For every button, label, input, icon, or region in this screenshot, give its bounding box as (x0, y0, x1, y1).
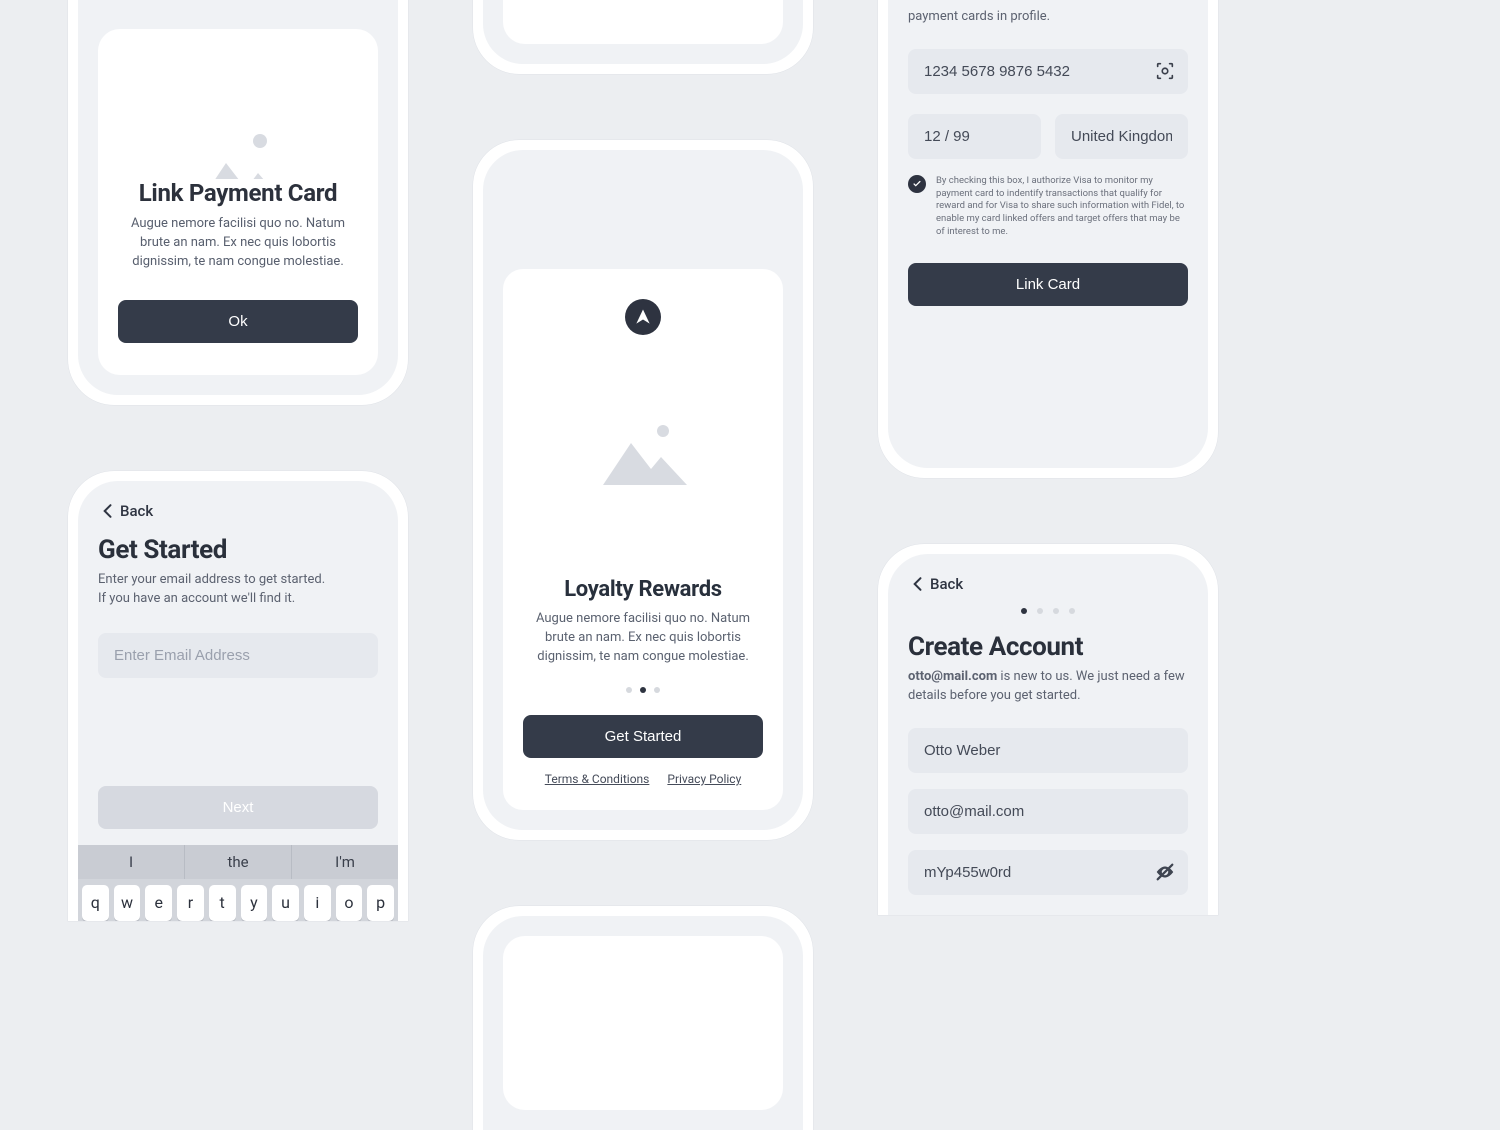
step-dot-1 (1021, 608, 1027, 614)
password-input[interactable] (908, 850, 1188, 895)
brand-logo (625, 299, 661, 335)
loyalty-image (595, 421, 691, 489)
back-label: Back (120, 502, 153, 520)
pagination-dots (523, 687, 763, 693)
key-i[interactable]: i (304, 885, 331, 921)
chevron-left-icon (98, 501, 118, 521)
frame-get-started: Back Get Started Enter your email addres… (68, 471, 408, 921)
step-dot-4 (1069, 608, 1075, 614)
page-title: Get Started (98, 535, 378, 565)
image-placeholder-icon (168, 123, 308, 179)
back-row[interactable]: Back (908, 574, 1188, 594)
key-e[interactable]: e (145, 885, 172, 921)
expiry-input[interactable] (908, 114, 1041, 159)
key-o[interactable]: o (336, 885, 363, 921)
link-card-intro: payment cards in profile. (908, 8, 1188, 27)
page-sub-1: Enter your email address to get started. (98, 571, 378, 590)
image-placeholder-icon (595, 421, 695, 493)
create-email-bold: otto@mail.com (908, 669, 997, 684)
empty-card (503, 936, 783, 1110)
frame-empty-bottom (473, 906, 813, 1130)
dot-3 (654, 687, 660, 693)
create-account-screen: Back Create Account otto@mail.com is new… (888, 554, 1208, 915)
keyboard[interactable]: I the I'm q w e r t y u i o p (78, 845, 398, 921)
ok-button[interactable]: Ok (118, 300, 358, 343)
get-started-screen: Back Get Started Enter your email addres… (78, 481, 398, 845)
dot-1 (626, 687, 632, 693)
progress-dots (908, 608, 1188, 614)
step-dot-3 (1053, 608, 1059, 614)
loyalty-card: Loyalty Rewards Augue nemore facilisi qu… (503, 269, 783, 810)
key-r[interactable]: r (177, 885, 204, 921)
modal-hero-image (118, 29, 358, 179)
email-input[interactable] (98, 633, 378, 678)
sugg-2[interactable]: the (185, 845, 292, 879)
modal-body: Augue nemore facilisi quo no. Natum brut… (118, 215, 358, 272)
key-p[interactable]: p (367, 885, 394, 921)
key-y[interactable]: y (241, 885, 268, 921)
dot-2 (640, 687, 646, 693)
frame-loyalty: Loyalty Rewards Augue nemore facilisi qu… (473, 140, 813, 840)
name-input[interactable] (908, 728, 1188, 773)
link-card-button[interactable]: Link Card (908, 263, 1188, 306)
consent-checkbox[interactable] (908, 175, 926, 193)
link-payment-modal: Link Payment Card Augue nemore facilisi … (98, 29, 378, 375)
back-label: Back (930, 575, 963, 593)
page-sub-2: If you have an account we'll find it. (98, 590, 378, 609)
modal-title: Link Payment Card (118, 179, 358, 207)
frame-link-payment-modal: Link Payment Card Augue nemore facilisi … (68, 0, 408, 405)
card-number-input[interactable] (908, 49, 1188, 94)
back-row[interactable]: Back (98, 501, 378, 521)
link-card-screen: payment cards in profile. By checking th… (888, 0, 1208, 468)
step-dot-2 (1037, 608, 1043, 614)
country-input[interactable] (1055, 114, 1188, 159)
brand-arrow-icon (633, 307, 653, 327)
key-t[interactable]: t (209, 885, 236, 921)
sugg-3[interactable]: I'm (292, 845, 398, 879)
next-button[interactable]: Next (98, 786, 378, 829)
frame-create-account: Back Create Account otto@mail.com is new… (878, 544, 1218, 915)
empty-card (503, 0, 783, 44)
email-input[interactable] (908, 789, 1188, 834)
terms-link[interactable]: Terms & Conditions (545, 772, 650, 786)
sugg-1[interactable]: I (78, 845, 185, 879)
privacy-link[interactable]: Privacy Policy (667, 772, 741, 786)
frame-link-card-form: payment cards in profile. By checking th… (878, 0, 1218, 478)
consent-text: By checking this box, I authorize Visa t… (936, 175, 1188, 239)
frame-empty-top (473, 0, 813, 74)
chevron-left-icon (908, 574, 928, 594)
keys-row[interactable]: q w e r t y u i o p (78, 879, 398, 921)
page-title: Create Account (908, 632, 1188, 662)
loyalty-body: Augue nemore facilisi quo no. Natum brut… (523, 610, 763, 667)
check-icon (912, 179, 922, 189)
key-u[interactable]: u (272, 885, 299, 921)
get-started-button[interactable]: Get Started (523, 715, 763, 758)
create-desc: otto@mail.com is new to us. We just need… (908, 668, 1188, 706)
key-w[interactable]: w (114, 885, 141, 921)
legal-links: Terms & Conditions Privacy Policy (523, 772, 763, 786)
suggestion-bar[interactable]: I the I'm (78, 845, 398, 879)
password-visibility-icon[interactable] (1154, 861, 1176, 883)
scan-card-icon[interactable] (1154, 60, 1176, 82)
key-q[interactable]: q (82, 885, 109, 921)
loyalty-title: Loyalty Rewards (523, 577, 763, 602)
